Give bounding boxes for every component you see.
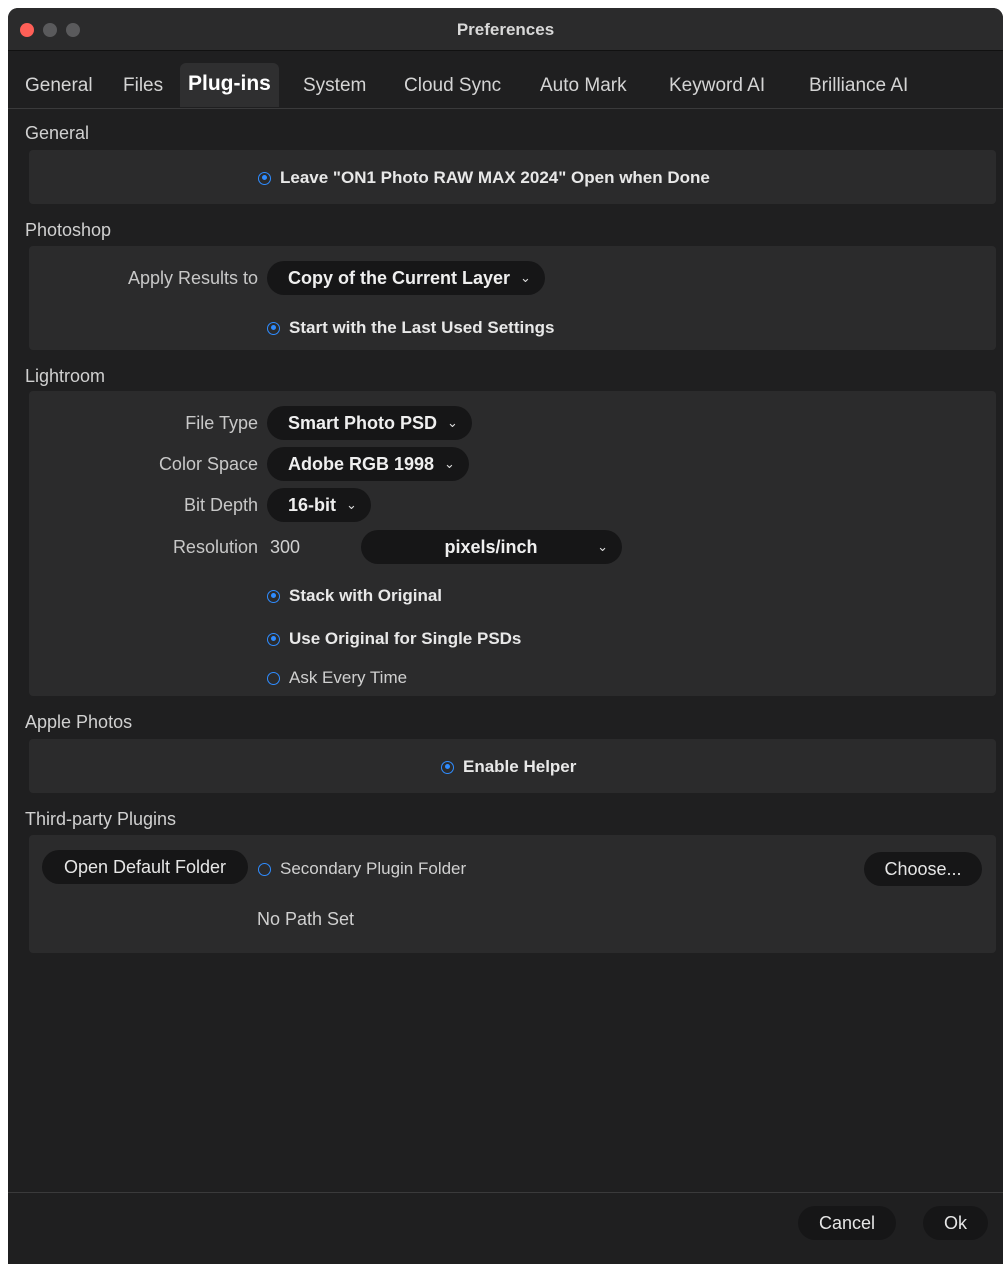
bit-depth-value: 16-bit bbox=[288, 494, 337, 515]
section-general-heading: General bbox=[25, 123, 90, 143]
chevron-down-icon: ⌄ bbox=[597, 539, 608, 554]
tab-system[interactable]: System bbox=[303, 75, 366, 97]
bit-depth-label: Bit Depth bbox=[183, 495, 258, 515]
chevron-down-icon: ⌄ bbox=[346, 497, 357, 512]
chevron-down-icon: ⌄ bbox=[520, 270, 531, 285]
plugin-path-status: No Path Set bbox=[257, 909, 355, 929]
start-last-settings-option[interactable]: Start with the Last Used Settings bbox=[267, 318, 554, 338]
footer-divider bbox=[8, 1192, 1003, 1193]
leave-open-label: Leave "ON1 Photo RAW MAX 2024" Open when… bbox=[280, 168, 710, 187]
use-original-option[interactable]: Use Original for Single PSDs bbox=[267, 629, 521, 649]
title-bar: Preferences bbox=[8, 8, 1003, 51]
tab-bar: General Files Plug-ins System Cloud Sync… bbox=[8, 51, 1003, 109]
secondary-plugin-folder-option[interactable]: Secondary Plugin Folder bbox=[258, 859, 466, 879]
lightroom-panel: File Type Smart Photo PSD ⌄ Color Space … bbox=[29, 391, 996, 696]
ok-button[interactable]: Ok bbox=[923, 1206, 988, 1240]
section-photoshop-heading: Photoshop bbox=[25, 220, 112, 240]
secondary-plugin-folder-label: Secondary Plugin Folder bbox=[280, 859, 467, 878]
section-apple-photos-heading: Apple Photos bbox=[25, 712, 133, 732]
open-default-folder-button[interactable]: Open Default Folder bbox=[42, 850, 248, 884]
general-panel: Leave "ON1 Photo RAW MAX 2024" Open when… bbox=[29, 150, 996, 204]
stack-with-original-option[interactable]: Stack with Original bbox=[267, 586, 442, 606]
tab-plug-ins[interactable]: Plug-ins bbox=[180, 63, 279, 107]
ask-every-time-label: Ask Every Time bbox=[289, 668, 408, 687]
resolution-input[interactable]: 300 bbox=[270, 537, 300, 558]
resolution-label: Resolution bbox=[172, 537, 258, 557]
photoshop-panel: Apply Results to Copy of the Current Lay… bbox=[29, 246, 996, 350]
color-space-dropdown[interactable]: Adobe RGB 1998 ⌄ bbox=[267, 447, 469, 481]
tab-keyword-ai[interactable]: Keyword AI bbox=[669, 75, 765, 97]
color-space-value: Adobe RGB 1998 bbox=[288, 453, 435, 474]
enable-helper-label: Enable Helper bbox=[463, 757, 577, 776]
section-lightroom-heading: Lightroom bbox=[25, 366, 106, 386]
radio-selected-icon bbox=[267, 589, 280, 603]
file-type-value: Smart Photo PSD bbox=[288, 412, 438, 433]
chevron-down-icon: ⌄ bbox=[444, 456, 455, 471]
radio-selected-icon bbox=[267, 321, 280, 335]
apple-photos-panel: Enable Helper bbox=[29, 739, 996, 793]
color-space-label: Color Space bbox=[158, 454, 258, 474]
ask-every-time-option[interactable]: Ask Every Time bbox=[267, 668, 407, 688]
cancel-button[interactable]: Cancel bbox=[798, 1206, 896, 1240]
apply-results-dropdown[interactable]: Copy of the Current Layer ⌄ bbox=[267, 261, 545, 295]
radio-selected-icon bbox=[441, 760, 454, 774]
radio-empty-icon bbox=[258, 862, 271, 876]
resolution-unit-dropdown[interactable]: pixels/inch ⌄ bbox=[361, 530, 622, 564]
third-party-panel: Open Default Folder Secondary Plugin Fol… bbox=[29, 835, 996, 953]
window-title: Preferences bbox=[456, 20, 555, 39]
radio-selected-icon bbox=[258, 171, 271, 185]
use-original-label: Use Original for Single PSDs bbox=[289, 629, 522, 648]
tab-general[interactable]: General bbox=[25, 75, 93, 97]
apply-results-value: Copy of the Current Layer bbox=[288, 267, 511, 288]
resolution-unit-value: pixels/inch bbox=[444, 536, 538, 557]
preferences-window: Preferences General Files Plug-ins Syste… bbox=[8, 8, 1003, 1264]
tab-auto-mark[interactable]: Auto Mark bbox=[540, 75, 627, 97]
file-type-dropdown[interactable]: Smart Photo PSD ⌄ bbox=[267, 406, 472, 440]
apply-results-label: Apply Results to bbox=[127, 268, 258, 288]
tab-cloud-sync[interactable]: Cloud Sync bbox=[404, 75, 501, 97]
chevron-down-icon: ⌄ bbox=[447, 415, 458, 430]
choose-button[interactable]: Choose... bbox=[864, 852, 982, 886]
bit-depth-dropdown[interactable]: 16-bit ⌄ bbox=[267, 488, 371, 522]
section-third-party-heading: Third-party Plugins bbox=[25, 809, 177, 829]
radio-selected-icon bbox=[267, 632, 280, 646]
tab-files[interactable]: Files bbox=[123, 75, 163, 97]
tab-brilliance-ai[interactable]: Brilliance AI bbox=[809, 75, 908, 97]
leave-open-option[interactable]: Leave "ON1 Photo RAW MAX 2024" Open when… bbox=[258, 168, 710, 188]
enable-helper-option[interactable]: Enable Helper bbox=[441, 757, 576, 777]
stack-with-original-label: Stack with Original bbox=[289, 586, 443, 605]
radio-empty-icon bbox=[267, 671, 280, 685]
file-type-label: File Type bbox=[185, 413, 258, 433]
start-last-settings-label: Start with the Last Used Settings bbox=[289, 318, 555, 337]
